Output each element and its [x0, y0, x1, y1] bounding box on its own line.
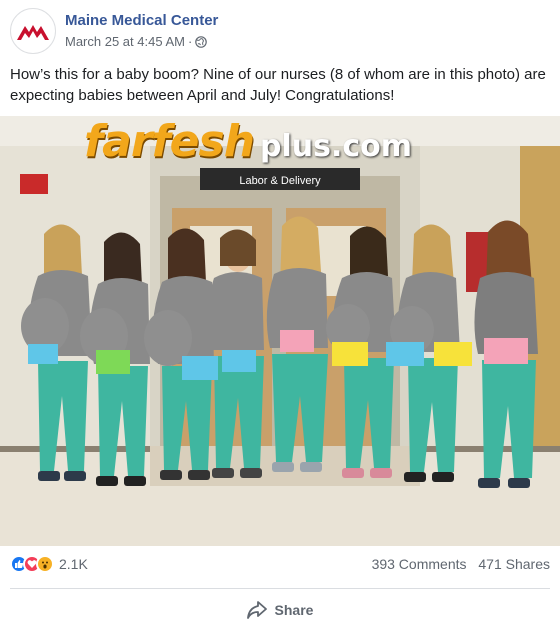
reactions-count: 2.1K: [59, 556, 88, 572]
comments-count[interactable]: 393 Comments: [372, 556, 467, 572]
post-header: Maine Medical Center March 25 at 4:45 AM…: [10, 8, 550, 54]
share-label: Share: [274, 602, 314, 618]
avatar[interactable]: [10, 8, 56, 54]
farfesh-watermark: farfesh plus.com: [84, 116, 413, 167]
post-stats: 2.1K 393 Comments 471 Shares: [10, 548, 550, 580]
share-arrow-icon: [246, 601, 267, 619]
maine-medical-logo-icon: [17, 25, 49, 40]
nurses-photo: Labor & Delivery: [0, 116, 560, 546]
separator-dot: ·: [187, 34, 193, 49]
shares-count[interactable]: 471 Shares: [478, 556, 550, 572]
post-photo[interactable]: Labor & Delivery: [0, 116, 560, 546]
share-button[interactable]: Share: [0, 594, 560, 626]
post-text: How’s this for a baby boom? Nine of our …: [10, 66, 546, 104]
reactions-summary[interactable]: 2.1K: [10, 555, 88, 573]
divider: [10, 588, 550, 589]
wow-icon: [36, 555, 54, 573]
post-timestamp[interactable]: March 25 at 4:45 AM: [65, 33, 185, 51]
labor-delivery-sign: Labor & Delivery: [239, 175, 321, 187]
globe-icon[interactable]: [195, 36, 208, 48]
watermark-domain: plus.com: [260, 129, 413, 164]
page-name[interactable]: Maine Medical Center: [65, 11, 218, 31]
watermark-brand: farfesh: [84, 116, 255, 167]
